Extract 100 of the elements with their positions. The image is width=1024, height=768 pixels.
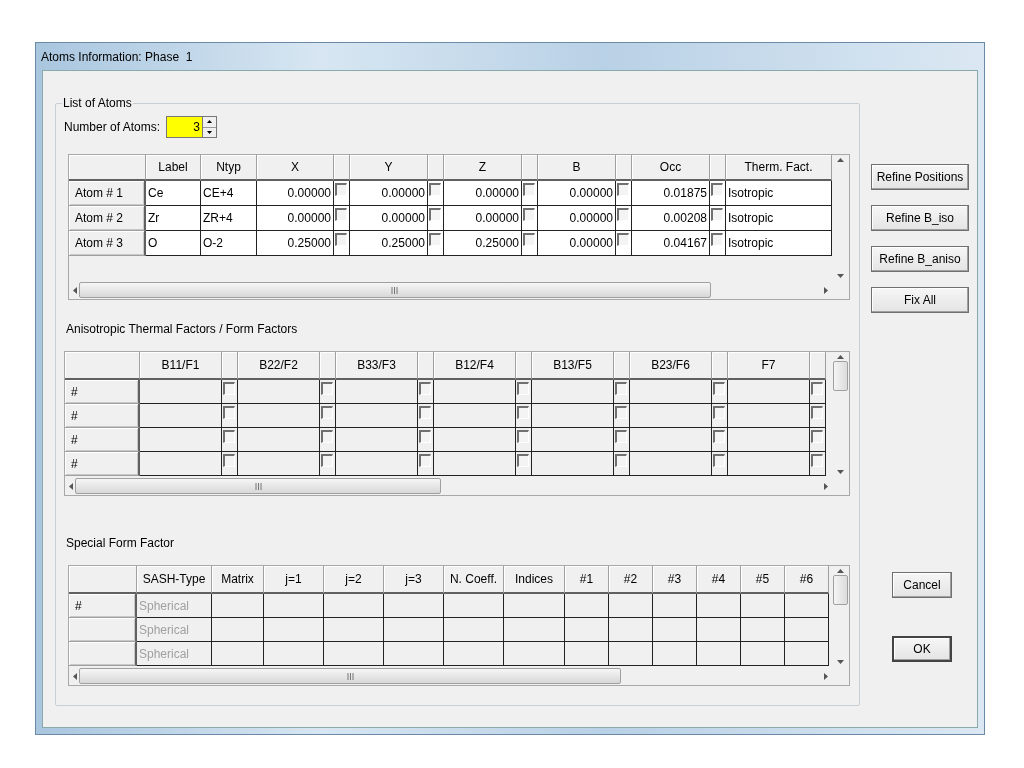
table-cell[interactable] [212,642,264,666]
table-cell[interactable] [264,594,324,618]
checkbox[interactable] [523,208,535,221]
table-cell[interactable] [336,380,418,404]
table-cell[interactable]: 0.00000 [257,206,334,231]
side-button[interactable]: Fix All [871,287,969,313]
table-cell[interactable]: 0.00000 [444,181,522,206]
side-button[interactable]: Refine B_aniso [871,246,969,272]
checkbox[interactable] [615,430,627,443]
table-cell[interactable]: 0.25000 [350,231,428,256]
table-cell[interactable] [630,380,712,404]
table-cell[interactable] [504,618,565,642]
side-button[interactable]: Refine Positions [871,164,969,190]
table-cell[interactable] [630,428,712,452]
table-cell[interactable]: 0.01875 [632,181,710,206]
scroll-left-arrow-icon[interactable] [69,482,73,490]
table-cell[interactable] [504,594,565,618]
checkbox[interactable] [617,208,629,221]
table-cell[interactable]: Zr [146,206,201,231]
checkbox[interactable] [615,406,627,419]
table-cell[interactable] [697,618,741,642]
checkbox[interactable] [321,406,333,419]
table-cell[interactable]: Isotropic [726,181,832,206]
checkbox[interactable] [617,183,629,196]
checkbox[interactable] [321,382,333,395]
dialog-button[interactable]: Cancel [892,572,952,598]
scroll-up-arrow-icon[interactable] [837,158,844,162]
vertical-scrollbar[interactable] [832,566,849,667]
table-cell[interactable]: 0.00000 [257,181,334,206]
table-cell[interactable] [532,428,614,452]
table-cell[interactable]: ZR+4 [201,206,257,231]
table-cell[interactable] [444,618,504,642]
table-cell[interactable] [653,642,697,666]
table-cell[interactable]: 0.00000 [538,231,616,256]
checkbox[interactable] [617,233,629,246]
table-cell[interactable] [653,618,697,642]
table-cell[interactable] [384,642,444,666]
table-cell[interactable] [785,594,829,618]
table-cell[interactable] [384,594,444,618]
table-cell[interactable] [741,618,785,642]
table-cell[interactable] [609,594,653,618]
table-cell[interactable] [434,404,516,428]
table-cell[interactable] [532,380,614,404]
checkbox[interactable] [615,454,627,467]
scroll-up-arrow-icon[interactable] [837,355,844,359]
checkbox[interactable] [713,406,725,419]
table-cell[interactable] [140,452,222,476]
table-cell[interactable] [238,380,320,404]
table-cell[interactable] [264,642,324,666]
scroll-left-arrow-icon[interactable] [73,672,77,680]
scroll-thumb[interactable] [79,668,622,684]
dialog-button[interactable]: OK [892,636,952,662]
checkbox[interactable] [429,208,441,221]
scroll-left-arrow-icon[interactable] [73,286,77,294]
table-cell[interactable]: 0.00000 [350,181,428,206]
table-cell[interactable]: 0.00000 [444,206,522,231]
table-cell[interactable] [741,642,785,666]
table-cell[interactable] [212,618,264,642]
checkbox[interactable] [811,430,823,443]
scroll-thumb[interactable] [75,478,441,494]
checkbox[interactable] [429,233,441,246]
table-cell[interactable] [238,452,320,476]
table-cell[interactable] [532,404,614,428]
checkbox[interactable] [523,183,535,196]
table-cell[interactable] [444,642,504,666]
checkbox[interactable] [811,454,823,467]
table-cell[interactable] [434,428,516,452]
table-cell[interactable] [384,618,444,642]
table-cell[interactable] [324,618,384,642]
checkbox[interactable] [711,233,723,246]
table-cell[interactable] [741,594,785,618]
table-cell[interactable] [434,452,516,476]
spin-down-arrow-icon[interactable] [207,130,213,134]
checkbox[interactable] [321,430,333,443]
table-cell[interactable]: Isotropic [726,231,832,256]
table-cell[interactable]: Isotropic [726,206,832,231]
scroll-thumb[interactable] [79,282,711,298]
scroll-thumb[interactable] [833,361,848,391]
table-cell[interactable] [697,642,741,666]
table-cell[interactable]: 0.00208 [632,206,710,231]
scroll-right-arrow-icon[interactable] [824,672,828,680]
table-cell[interactable] [212,594,264,618]
checkbox[interactable] [517,454,529,467]
checkbox[interactable] [223,382,235,395]
table-cell[interactable]: 0.00000 [538,206,616,231]
table-cell[interactable] [336,404,418,428]
table-cell[interactable] [532,452,614,476]
table-cell[interactable] [238,404,320,428]
table-cell[interactable] [728,428,810,452]
table-cell[interactable] [324,594,384,618]
table-cell[interactable] [785,642,829,666]
table-cell[interactable] [336,428,418,452]
table-cell[interactable] [653,594,697,618]
checkbox[interactable] [335,208,347,221]
table-cell[interactable] [609,642,653,666]
table-cell[interactable] [504,642,565,666]
table-cell[interactable] [238,428,320,452]
checkbox[interactable] [223,430,235,443]
checkbox[interactable] [713,454,725,467]
checkbox[interactable] [713,430,725,443]
